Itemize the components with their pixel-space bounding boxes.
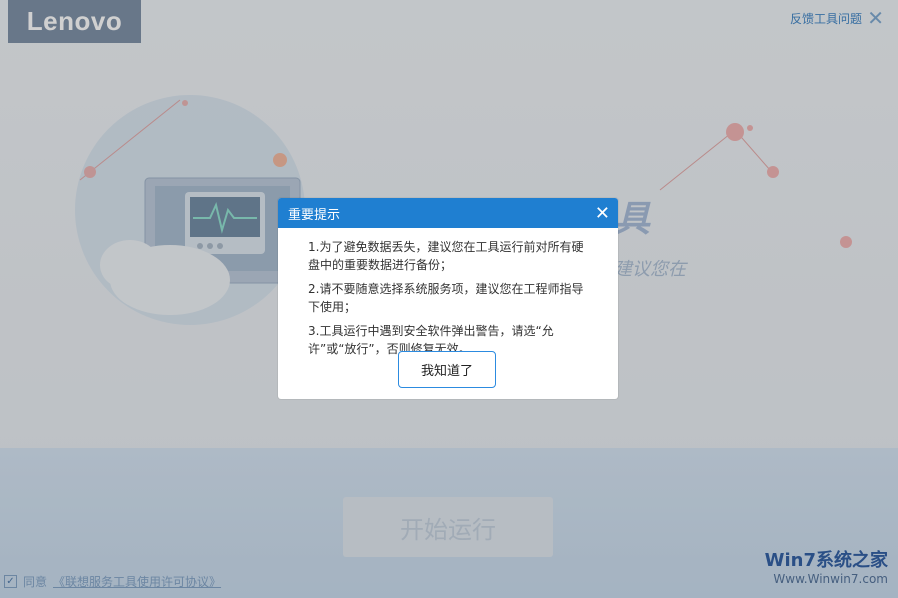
dialog-close-icon[interactable]: ✕ <box>595 203 610 224</box>
main-window: Lenovo 反馈工具问题 ✕ …修复工具 …系统服务功能，建议您在 开始运行 … <box>0 0 898 598</box>
important-notice-dialog: 重要提示 ✕ 1.为了避免数据丢失，建议您在工具运行前对所有硬盘中的重要数据进行… <box>278 198 618 399</box>
dialog-header: 重要提示 ✕ <box>278 198 618 228</box>
ok-button[interactable]: 我知道了 <box>398 351 496 388</box>
dialog-title: 重要提示 <box>288 207 341 223</box>
dialog-body: 1.为了避免数据丢失，建议您在工具运行前对所有硬盘中的重要数据进行备份； 2.请… <box>278 228 618 358</box>
notice-item: 1.为了避免数据丢失，建议您在工具运行前对所有硬盘中的重要数据进行备份； <box>308 240 584 272</box>
notice-item: 2.请不要随意选择系统服务项，建议您在工程师指导下使用； <box>308 282 584 314</box>
